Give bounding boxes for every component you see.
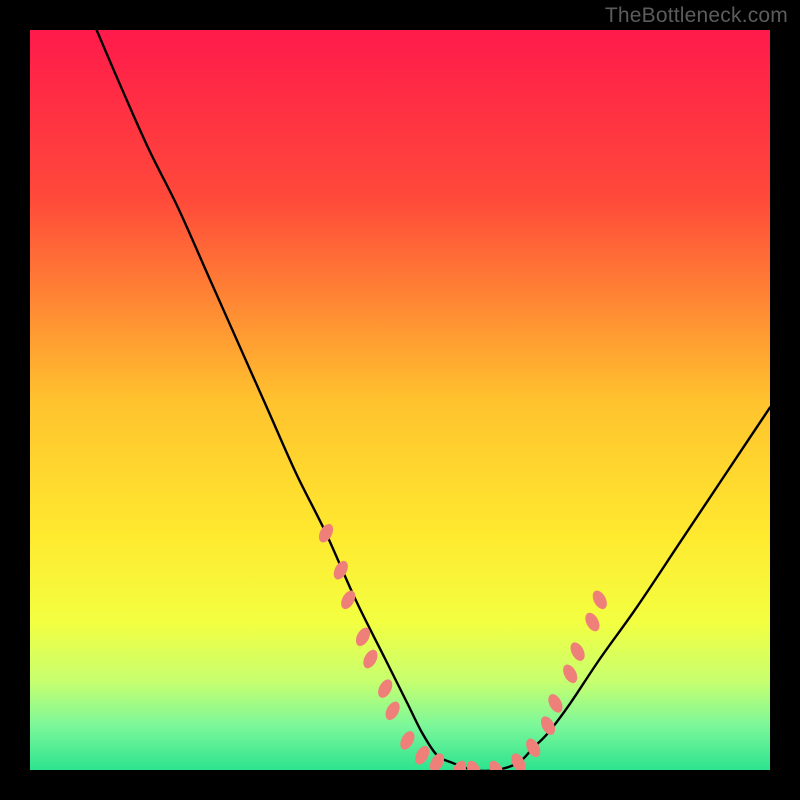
curve-marker [560, 662, 580, 685]
curve-marker [360, 647, 380, 670]
curve-marker [412, 744, 432, 767]
curve-marker [331, 559, 351, 582]
curve-marker [375, 677, 395, 700]
curve-marker [316, 522, 336, 545]
curve-marker [568, 640, 588, 663]
plot-area [30, 30, 770, 770]
curve-marker [545, 692, 565, 715]
curve-marker [397, 729, 417, 752]
curve-markers [316, 522, 610, 770]
watermark-text: TheBottleneck.com [605, 4, 788, 28]
bottleneck-curve [97, 30, 770, 770]
curve-marker [590, 588, 610, 611]
curve-marker [582, 610, 602, 633]
curve-marker [383, 699, 403, 722]
chart-frame: TheBottleneck.com [0, 0, 800, 800]
curve-layer [30, 30, 770, 770]
